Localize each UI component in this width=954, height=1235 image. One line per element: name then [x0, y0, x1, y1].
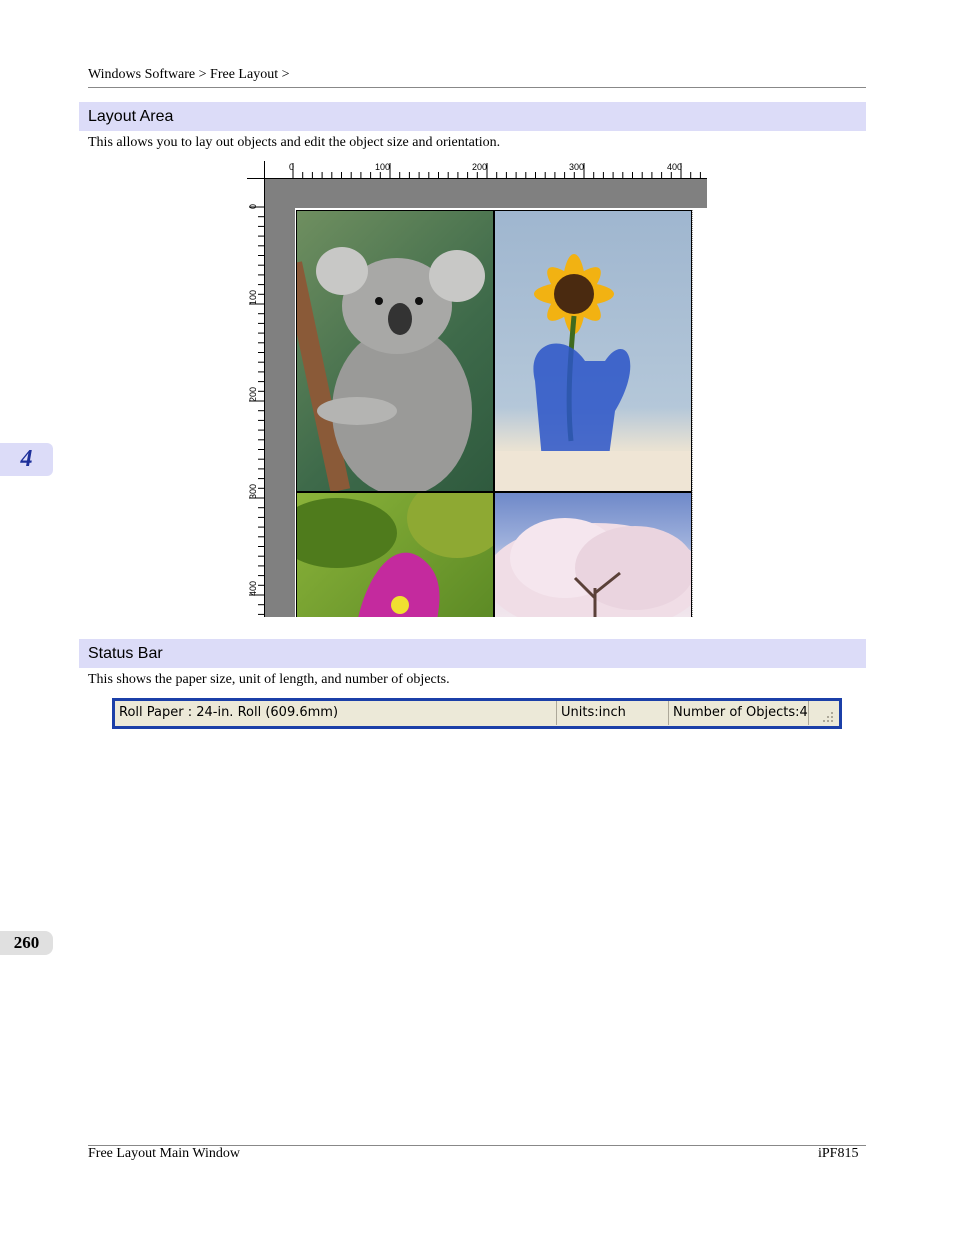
section-heading-status-bar: Status Bar: [79, 639, 866, 668]
header-rule: [88, 87, 866, 88]
ruler-label: 200: [248, 386, 258, 402]
status-object-count: Number of Objects:4: [669, 701, 809, 725]
status-bar-screenshot: Roll Paper : 24-in. Roll (609.6mm) Units…: [112, 698, 842, 729]
ruler-label: 300: [248, 483, 258, 499]
photo-koala[interactable]: [296, 210, 494, 492]
ruler-label: 300: [569, 162, 585, 172]
status-units: Units:inch: [557, 701, 669, 725]
ruler-label: 200: [472, 162, 488, 172]
breadcrumb-separator: >: [198, 67, 207, 82]
ruler-label: 0: [289, 162, 295, 172]
footer-model: iPF815: [818, 1146, 859, 1161]
cherry-tree-image: [495, 518, 691, 617]
sunflower-image: [495, 254, 691, 491]
photo-sunflower[interactable]: [494, 210, 692, 492]
chapter-tab: 4: [0, 443, 53, 476]
breadcrumb-separator: >: [281, 67, 290, 82]
section-title: Layout Area: [88, 108, 174, 125]
horizontal-ruler: 0 100 200 300 400: [247, 161, 707, 179]
paper-margin: [692, 210, 707, 617]
koala-image: [297, 247, 485, 491]
section-description: This allows you to lay out objects and e…: [88, 135, 501, 150]
photo-cherry-blossom[interactable]: [494, 492, 692, 617]
resize-grip-icon[interactable]: [821, 710, 835, 724]
ruler-label: 100: [375, 162, 391, 172]
photo-bougainvillea[interactable]: [296, 492, 494, 617]
section-heading-layout-area: Layout Area: [79, 102, 866, 131]
section-description: This shows the paper size, unit of lengt…: [88, 672, 450, 687]
page-number: 260: [0, 931, 53, 955]
ruler-label: 400: [248, 580, 258, 596]
ruler-label: 400: [667, 162, 683, 172]
vertical-ruler: 0 100 200 300 400: [247, 161, 265, 617]
status-bar: Roll Paper : 24-in. Roll (609.6mm) Units…: [115, 701, 839, 726]
bougainvillea-image: [297, 493, 493, 617]
status-paper-size: Roll Paper : 24-in. Roll (609.6mm): [115, 701, 557, 725]
section-title: Status Bar: [88, 645, 163, 662]
ruler-label: 100: [248, 289, 258, 305]
breadcrumb-item-free-layout: Free Layout: [210, 67, 279, 82]
breadcrumb: Windows Software > Free Layout >: [88, 67, 289, 83]
breadcrumb-item-windows-software: Windows Software: [88, 67, 196, 82]
footer-title: Free Layout Main Window: [88, 1146, 240, 1161]
ruler-label: 0: [248, 203, 258, 209]
layout-area-screenshot: 0 100 200 300 400 0 100 200 300 400: [247, 161, 707, 617]
ruler-corner: [247, 161, 265, 179]
